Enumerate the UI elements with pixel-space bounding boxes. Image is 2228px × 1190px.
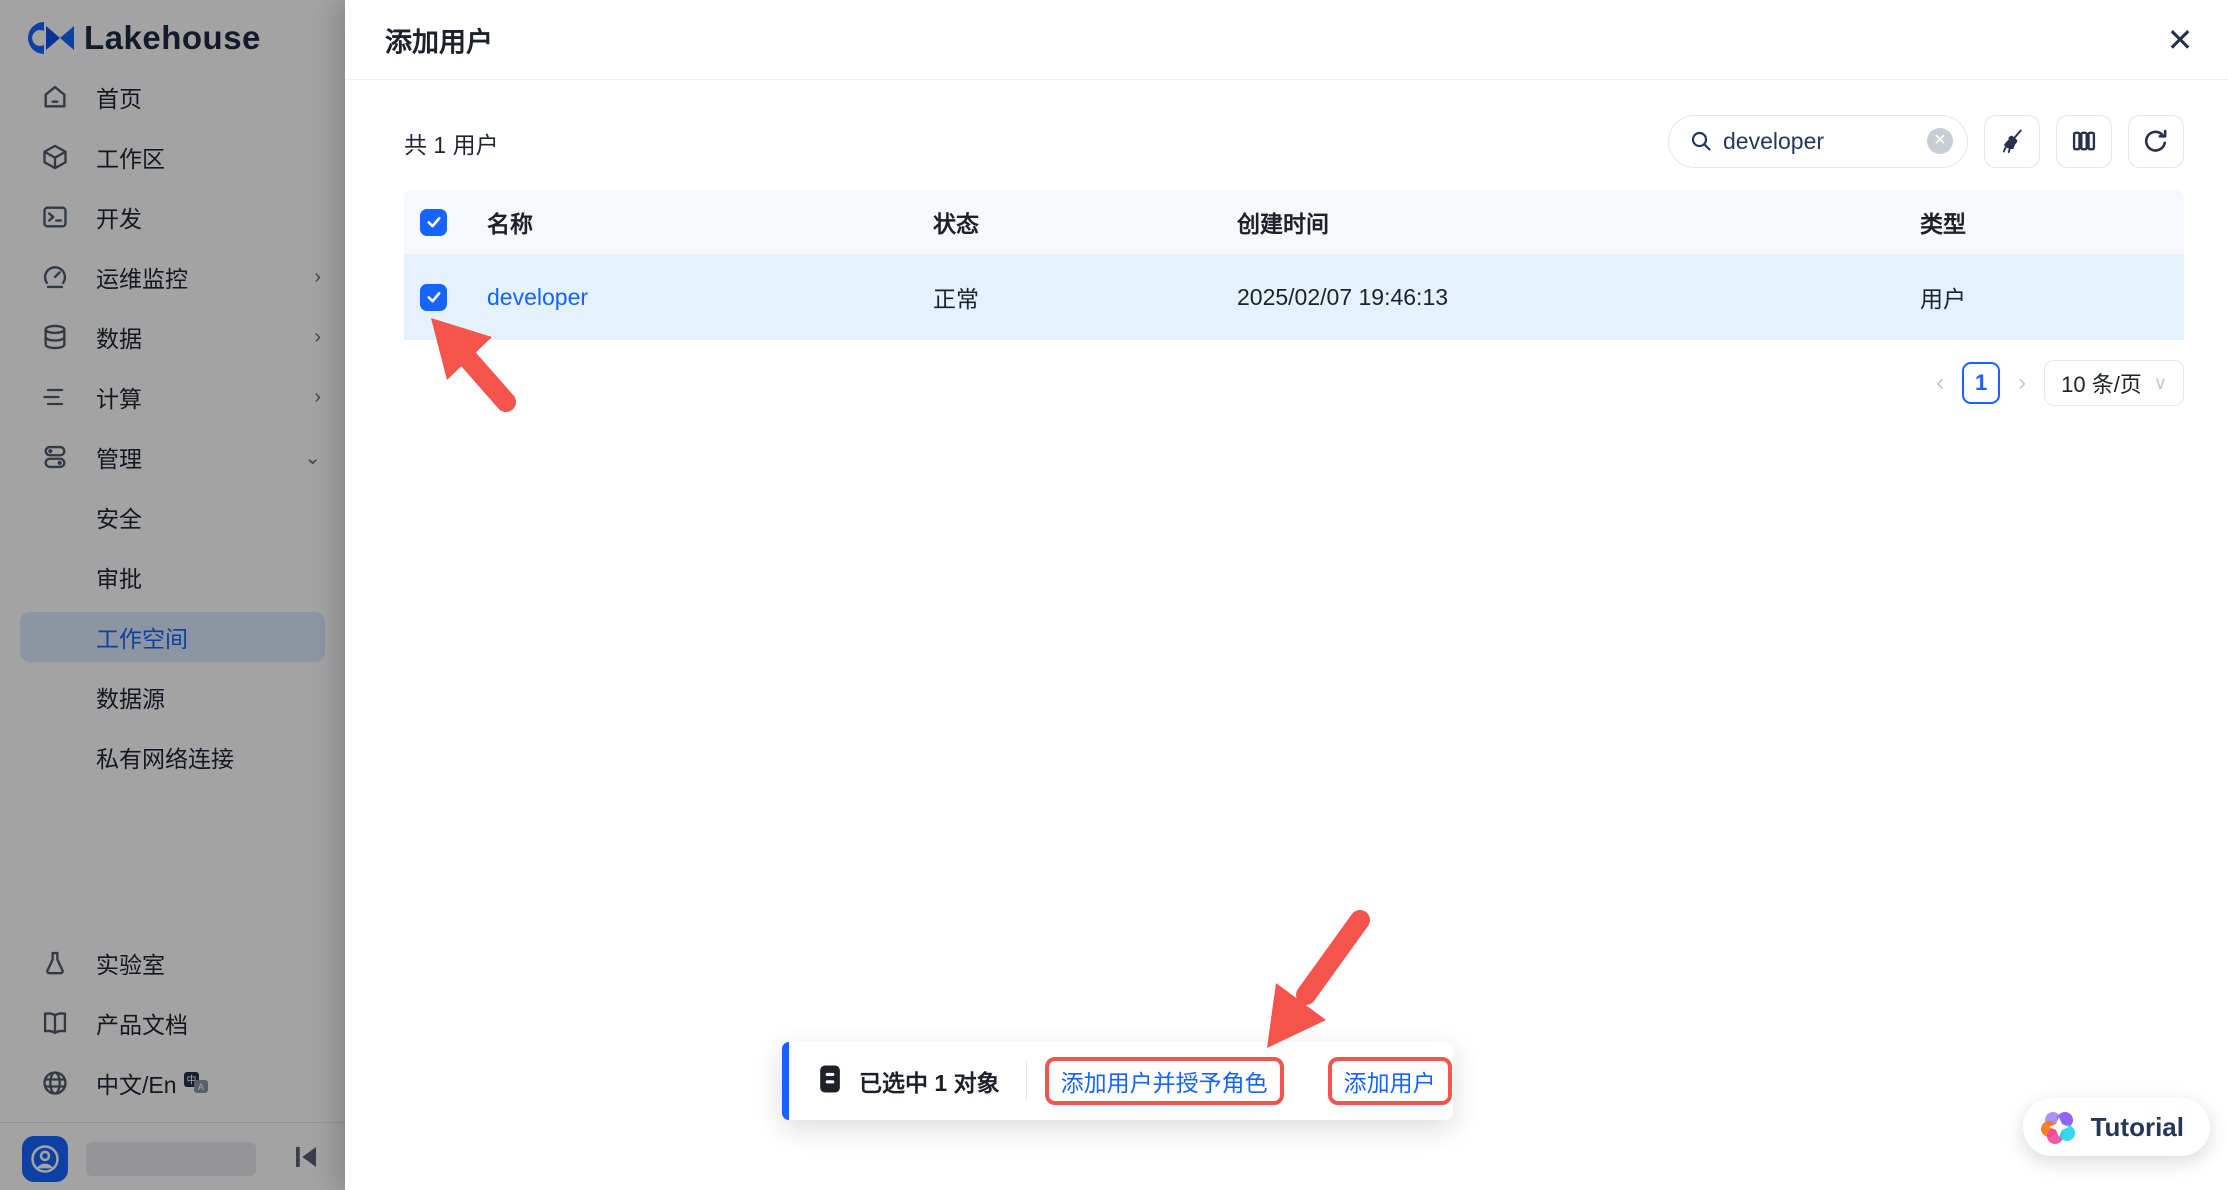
col-header-name: 名称 <box>487 205 933 239</box>
prev-page-icon[interactable]: ‹ <box>1932 369 1948 397</box>
page-size-select[interactable]: 10 条/页 ∨ <box>2044 360 2184 406</box>
clear-search-icon[interactable]: ✕ <box>1927 128 1953 154</box>
selected-list-icon <box>817 1063 843 1100</box>
search-input[interactable] <box>1723 128 1927 155</box>
annotation-box-secondary: 添加用户 <box>1328 1057 1452 1105</box>
user-type: 用户 <box>1920 280 2184 314</box>
clear-filters-button[interactable] <box>1984 115 2040 168</box>
user-created-time: 2025/02/07 19:46:13 <box>1237 284 1920 311</box>
select-all-cell <box>404 209 487 236</box>
table-header-row: 名称 状态 创建时间 类型 <box>404 190 2184 254</box>
users-table: 名称 状态 创建时间 类型 developer 正常 2025/02/07 19… <box>404 190 2184 340</box>
row-checkbox[interactable] <box>420 284 447 311</box>
next-page-icon[interactable]: › <box>2014 369 2030 397</box>
pagination: ‹ 1 › 10 条/页 ∨ <box>1932 360 2184 406</box>
row-select-cell <box>404 284 487 311</box>
annotation-box-primary: 添加用户并授予角色 <box>1045 1057 1284 1105</box>
broom-icon <box>1998 127 2026 155</box>
page-size-value: 10 条/页 <box>2061 367 2142 399</box>
columns-icon <box>2070 127 2098 155</box>
search-box[interactable]: ✕ <box>1668 115 1968 168</box>
page-number-button[interactable]: 1 <box>1962 362 2000 404</box>
add-user-drawer: 添加用户 ✕ 共 1 用户 ✕ <box>345 0 2228 1190</box>
selection-bar-divider <box>1026 1062 1027 1100</box>
drawer-title: 添加用户 <box>385 20 493 59</box>
add-user-button[interactable]: 添加用户 <box>1344 1064 1436 1098</box>
col-header-status: 状态 <box>933 205 1237 239</box>
user-name-link[interactable]: developer <box>487 284 933 311</box>
selection-bar-accent <box>782 1042 789 1120</box>
add-user-grant-role-button[interactable]: 添加用户并授予角色 <box>1061 1064 1268 1098</box>
user-status: 正常 <box>933 280 1237 314</box>
col-header-created: 创建时间 <box>1237 205 1920 239</box>
tutorial-flower-icon <box>2039 1107 2079 1147</box>
column-settings-button[interactable] <box>2056 115 2112 168</box>
refresh-button[interactable] <box>2128 115 2184 168</box>
check-icon <box>425 288 443 306</box>
table-row[interactable]: developer 正常 2025/02/07 19:46:13 用户 <box>404 254 2184 340</box>
chevron-down-icon: ∨ <box>2154 373 2167 394</box>
app-root: Lakehouse 首页 工作区 开发 <box>0 0 2228 1190</box>
selection-action-bar: 已选中 1 对象 添加用户并授予角色 添加用户 <box>782 1042 1453 1120</box>
table-toolbar: ✕ <box>1668 114 2184 168</box>
search-icon <box>1689 129 1713 153</box>
col-header-type: 类型 <box>1920 205 2184 239</box>
close-icon[interactable]: ✕ <box>2158 18 2202 62</box>
check-icon <box>425 213 443 231</box>
user-count-summary: 共 1 用户 <box>404 126 499 160</box>
tutorial-label: Tutorial <box>2091 1112 2184 1143</box>
select-all-checkbox[interactable] <box>420 209 447 236</box>
drawer-header: 添加用户 ✕ <box>345 0 2228 80</box>
refresh-icon <box>2142 127 2170 155</box>
selected-count-label: 已选中 1 对象 <box>859 1064 1000 1098</box>
tutorial-button[interactable]: Tutorial <box>2023 1098 2210 1156</box>
